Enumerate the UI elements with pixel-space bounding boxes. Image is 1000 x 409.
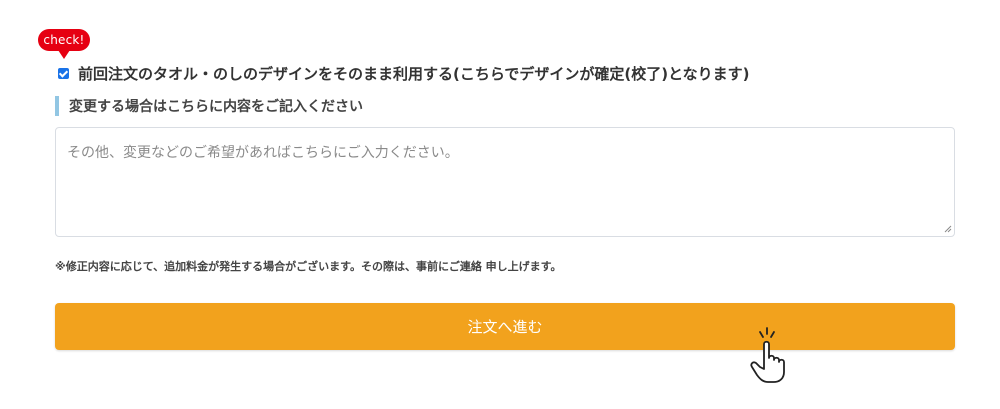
checkbox-checked-icon[interactable]: [58, 67, 69, 79]
additional-fee-note: ※修正内容に応じて、追加料金が発生する場合がございます。その際は、事前にご連絡 …: [55, 260, 562, 273]
order-confirmation-page: check! 前回注文のタオル・のしのデザインをそのまま利用する(こちらでデザイ…: [0, 0, 1000, 409]
heading-accent-bar: [55, 96, 59, 116]
proceed-to-order-button[interactable]: 注文へ進む: [55, 303, 955, 350]
resize-handle-icon[interactable]: [944, 225, 952, 233]
change-section-heading-text: 変更する場合はこちらに内容をご記入ください: [69, 99, 363, 115]
change-section-heading: 変更する場合はこちらに内容をご記入ください: [55, 96, 363, 116]
hand-pointer-icon: [750, 327, 785, 383]
reuse-design-option[interactable]: 前回注文のタオル・のしのデザインをそのまま利用する(こちらでデザインが確定(校了…: [58, 63, 750, 83]
check-badge: check!: [38, 29, 90, 59]
reuse-design-label: 前回注文のタオル・のしのデザインをそのまま利用する(こちらでデザインが確定(校了…: [78, 64, 750, 83]
change-request-textarea[interactable]: [55, 127, 955, 237]
